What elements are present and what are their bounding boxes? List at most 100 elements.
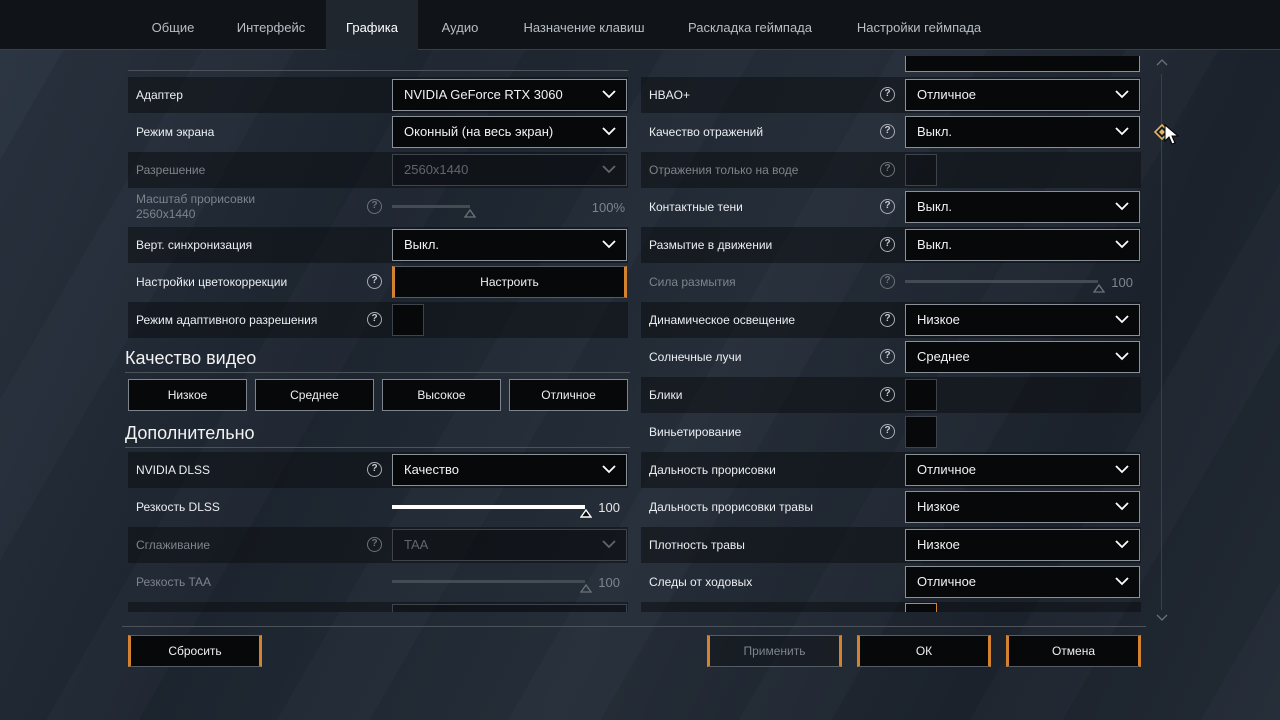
section-divider	[125, 447, 630, 448]
tab-interface[interactable]: Интерфейс	[216, 0, 326, 50]
cut-off-dropdown[interactable]	[905, 56, 1140, 72]
chevron-down-icon	[1115, 540, 1129, 549]
scrollbar-track[interactable]	[1161, 74, 1162, 610]
render-scale-track[interactable]	[392, 205, 470, 208]
chevron-down-icon	[602, 165, 616, 174]
adapter-dropdown[interactable]: NVIDIA GeForce RTX 3060	[392, 79, 627, 111]
help-icon[interactable]: ?	[367, 462, 382, 477]
tank-tracks-dropdown[interactable]: Отличное	[905, 566, 1140, 598]
adaptive-resolution-checkbox[interactable]	[392, 304, 424, 336]
help-icon[interactable]: ?	[880, 199, 895, 214]
chevron-down-icon	[602, 465, 616, 474]
preset-medium-button[interactable]: Среднее	[255, 379, 374, 411]
tab-general[interactable]: Общие	[130, 0, 216, 50]
contact-shadows-dropdown[interactable]: Выкл.	[905, 191, 1140, 223]
chevron-down-icon	[1115, 465, 1129, 474]
grass-distance-dropdown[interactable]: Низкое	[905, 491, 1140, 523]
section-title-video-quality: Качество видео	[125, 348, 257, 368]
tab-gamepad-settings[interactable]: Настройки геймпада	[834, 0, 1004, 50]
ok-button[interactable]: ОК	[857, 635, 991, 667]
section-divider	[128, 70, 628, 71]
chevron-down-icon	[1115, 315, 1129, 324]
help-icon[interactable]: ?	[880, 124, 895, 139]
setting-label: Настройки цветокоррекции	[136, 275, 288, 289]
slider-thumb-icon[interactable]	[464, 209, 476, 218]
tab-gamepad-layout[interactable]: Раскладка геймпада	[666, 0, 834, 50]
setting-label: Виньетирование	[649, 425, 742, 439]
help-icon[interactable]: ?	[367, 274, 382, 289]
preset-high-button[interactable]: Высокое	[382, 379, 501, 411]
taa-sharpness-value: 100	[598, 575, 620, 590]
reset-button[interactable]: Сбросить	[128, 635, 262, 667]
draw-distance-dropdown[interactable]: Отличное	[905, 454, 1140, 486]
setting-label: Качество отражений	[649, 125, 764, 139]
scroll-up-icon[interactable]	[1156, 58, 1168, 66]
help-icon[interactable]: ?	[880, 87, 895, 102]
help-icon[interactable]: ?	[880, 162, 895, 177]
cut-off-row	[641, 602, 1141, 612]
dropdown-value: Выкл.	[404, 237, 440, 252]
help-icon[interactable]: ?	[880, 387, 895, 402]
setting-label: Отражения только на воде	[649, 163, 799, 177]
tab-bar: Общие Интерфейс Графика Аудио Назначение…	[0, 0, 1280, 50]
dlss-sharpness-track[interactable]	[392, 505, 585, 509]
tab-audio[interactable]: Аудио	[418, 0, 502, 50]
dropdown-value: Низкое	[917, 499, 960, 514]
grass-density-dropdown[interactable]: Низкое	[905, 529, 1140, 561]
reflections-dropdown[interactable]: Выкл.	[905, 116, 1140, 148]
chevron-down-icon	[1115, 502, 1129, 511]
setting-label: Динамическое освещение	[649, 313, 796, 327]
help-icon[interactable]: ?	[880, 274, 895, 289]
help-icon[interactable]: ?	[880, 349, 895, 364]
configure-button[interactable]: Настроить	[392, 266, 627, 298]
tab-key-bindings[interactable]: Назначение клавиш	[502, 0, 666, 50]
preset-ultra-button[interactable]: Отличное	[509, 379, 628, 411]
setting-label: Блики	[649, 388, 683, 402]
preset-low-button[interactable]: Низкое	[128, 379, 247, 411]
help-icon[interactable]: ?	[367, 199, 382, 214]
cut-off-checkbox[interactable]	[905, 603, 937, 612]
setting-label: Режим адаптивного разрешения	[136, 313, 318, 327]
mouse-cursor-icon	[1164, 124, 1180, 145]
dropdown-value: Низкое	[917, 312, 960, 327]
help-icon[interactable]: ?	[367, 537, 382, 552]
dynamic-lighting-dropdown[interactable]: Низкое	[905, 304, 1140, 336]
setting-label: Резкость TAA	[136, 575, 211, 589]
hbao-dropdown[interactable]: Отличное	[905, 79, 1140, 111]
render-scale-value: 100%	[591, 200, 625, 215]
cancel-button[interactable]: Отмена	[1006, 635, 1141, 667]
setting-label: Режим экрана	[136, 125, 215, 139]
dropdown-value: 2560x1440	[404, 162, 469, 177]
water-reflections-checkbox	[905, 154, 937, 186]
help-icon[interactable]: ?	[880, 424, 895, 439]
footer-divider	[122, 626, 1146, 627]
lens-flares-checkbox[interactable]	[905, 379, 937, 411]
chevron-down-icon	[602, 127, 616, 136]
dropdown-value: Выкл.	[917, 124, 953, 139]
setting-label: Контактные тени	[649, 200, 743, 214]
motion-blur-dropdown[interactable]: Выкл.	[905, 229, 1140, 261]
help-icon[interactable]: ?	[880, 312, 895, 327]
tab-graphics[interactable]: Графика	[326, 0, 418, 50]
dlss-dropdown[interactable]: Качество	[392, 454, 627, 486]
chevron-down-icon	[1115, 90, 1129, 99]
vignette-checkbox[interactable]	[905, 416, 937, 448]
setting-label: Верт. синхронизация	[136, 238, 253, 252]
blur-strength-track	[905, 280, 1098, 283]
setting-label: HBAO+	[649, 88, 691, 102]
setting-label: NVIDIA DLSS	[136, 463, 211, 477]
sun-rays-dropdown[interactable]: Среднее	[905, 341, 1140, 373]
setting-label: Размытие в движении	[649, 238, 773, 252]
chevron-down-icon	[1115, 577, 1129, 586]
help-icon[interactable]: ?	[880, 237, 895, 252]
scroll-down-icon[interactable]	[1156, 614, 1168, 622]
setting-label: Сглаживание	[136, 538, 211, 552]
dlss-sharpness-value: 100	[598, 500, 620, 515]
dropdown-value: Оконный (на весь экран)	[404, 124, 554, 139]
screen-mode-dropdown[interactable]: Оконный (на весь экран)	[392, 116, 627, 148]
setting-sublabel: 2560x1440	[136, 207, 196, 221]
vsync-dropdown[interactable]: Выкл.	[392, 229, 627, 261]
setting-label: Разрешение	[136, 163, 206, 177]
apply-button[interactable]: Применить	[707, 635, 842, 667]
help-icon[interactable]: ?	[367, 312, 382, 327]
